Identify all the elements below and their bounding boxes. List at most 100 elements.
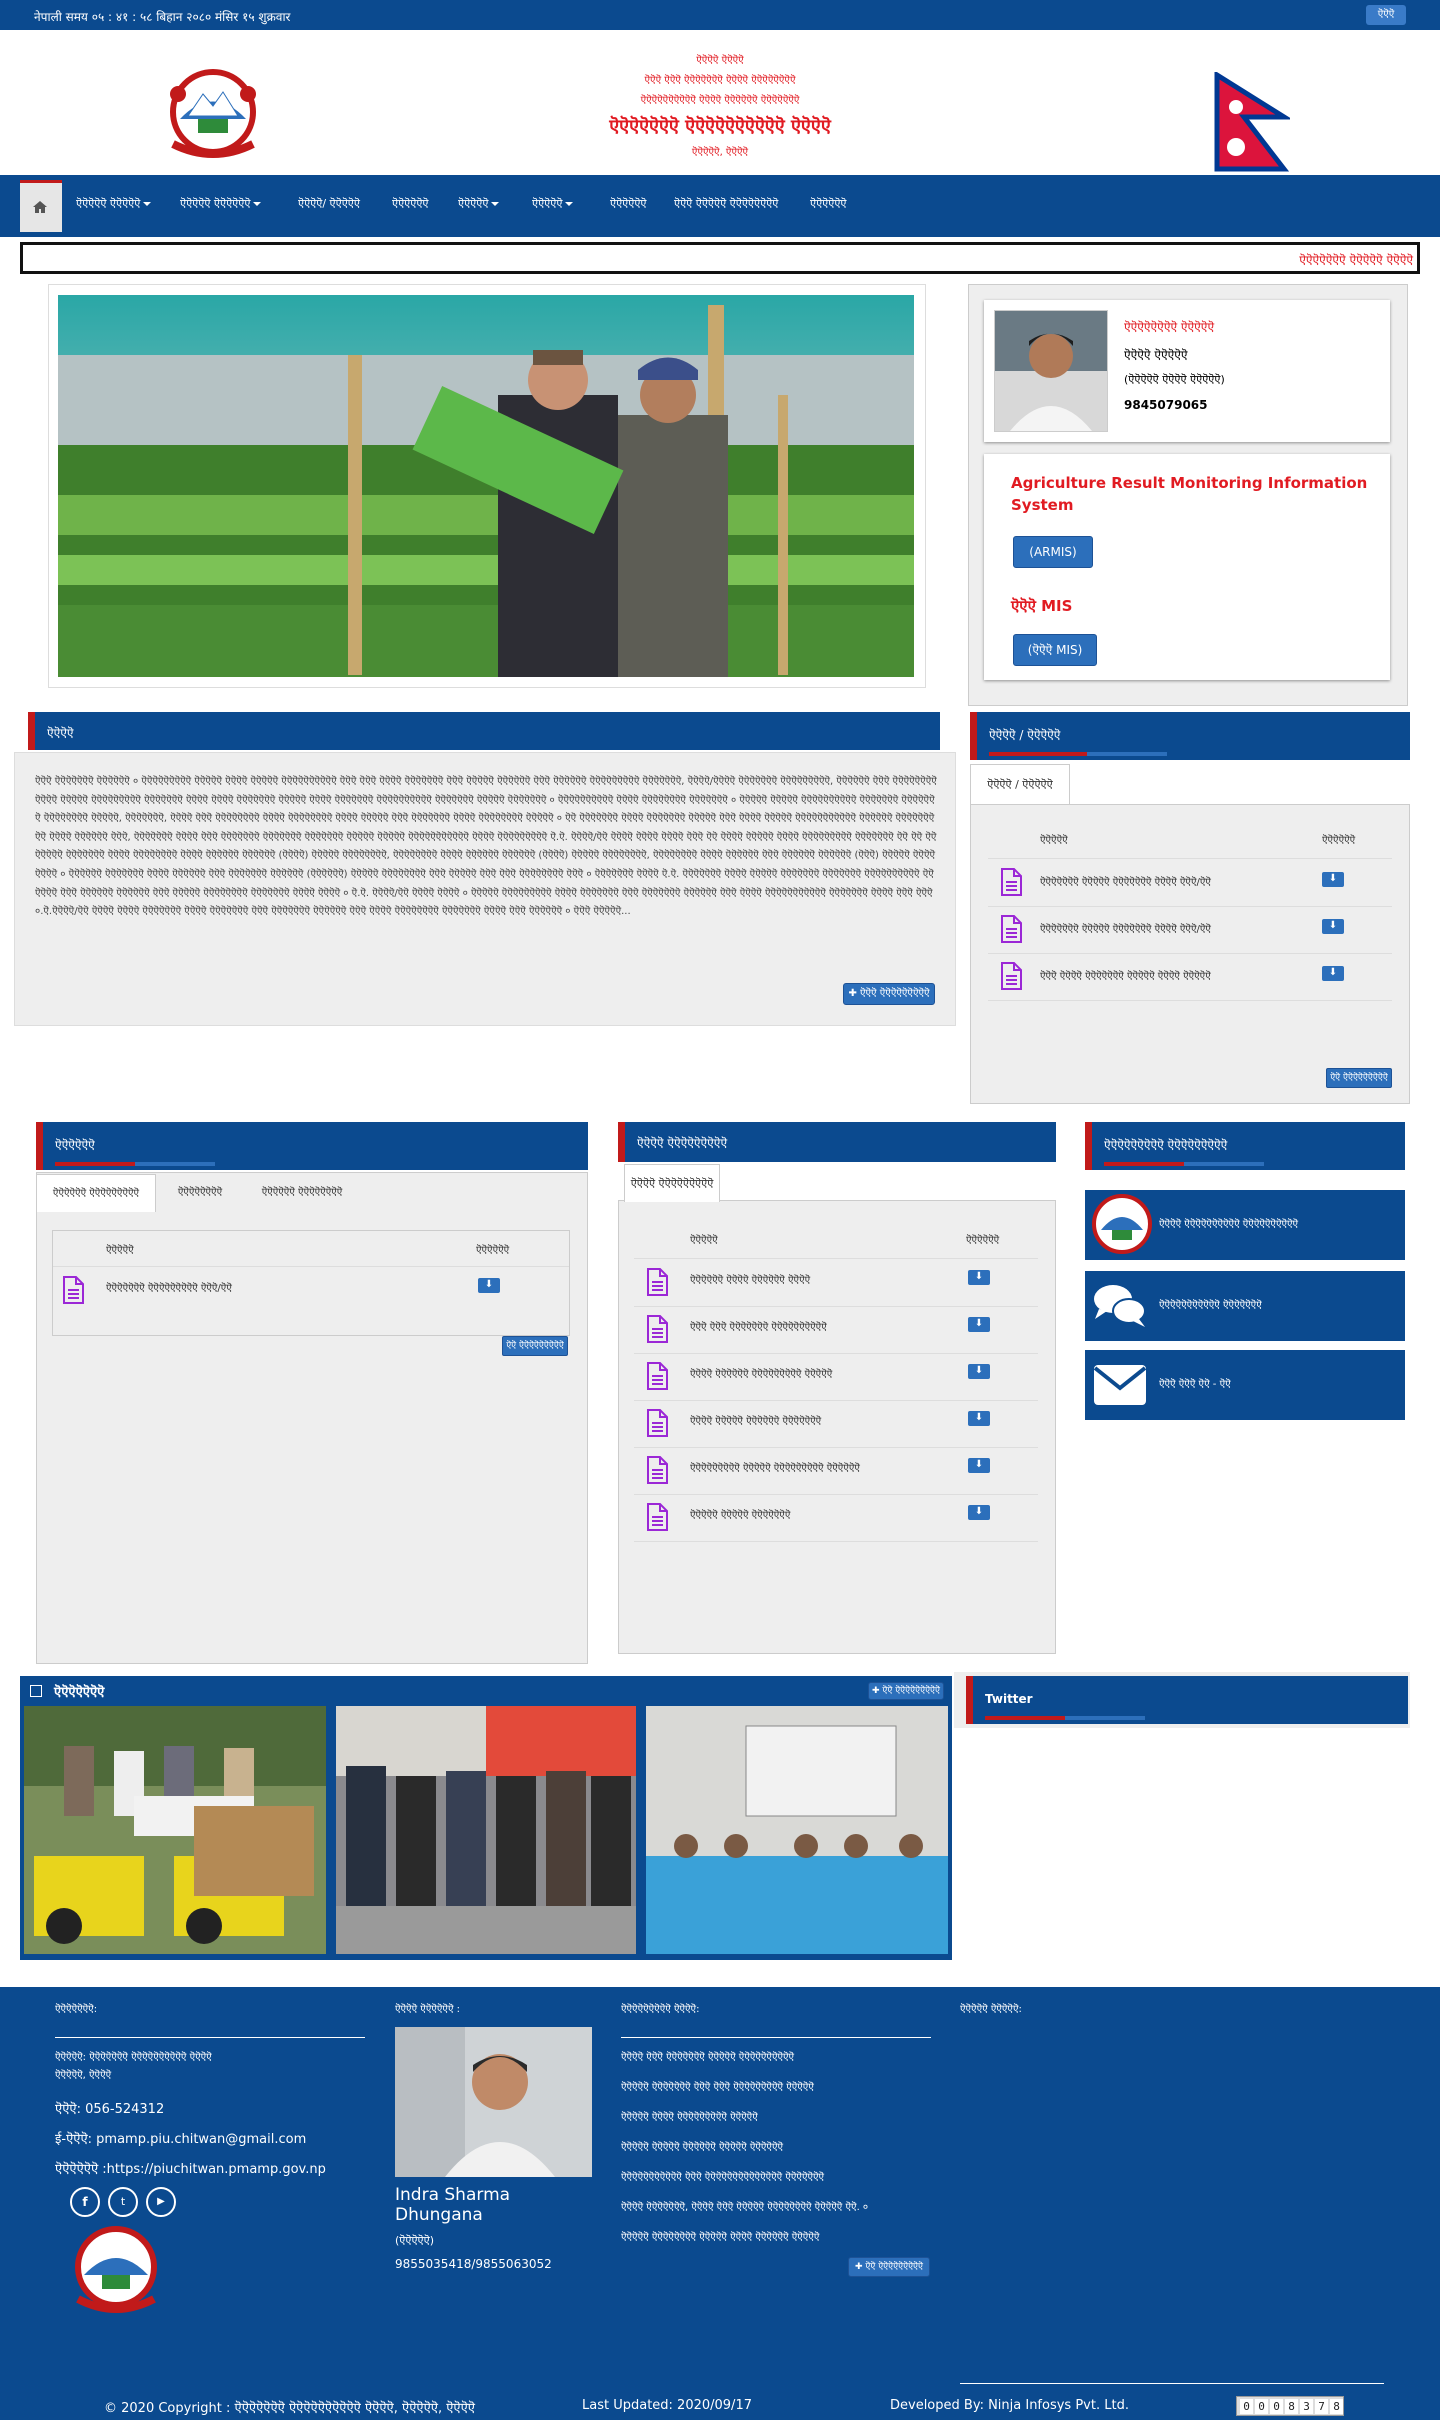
facebook-icon[interactable]: f xyxy=(70,2187,100,2217)
nav-item-6[interactable]: ऎऎऎऎऎ xyxy=(532,175,573,237)
download-icon: ⬇ xyxy=(1328,920,1338,931)
quicklinks-underline-accent xyxy=(1184,1162,1264,1166)
row-divider xyxy=(988,1000,1392,1001)
officer-name: ऎऎऎऎ ऎऎऎऎऎ xyxy=(1124,348,1188,362)
document-icon xyxy=(647,1409,668,1437)
row-divider xyxy=(634,1447,1038,1448)
gallery-photo-3[interactable] xyxy=(646,1706,948,1954)
download-button[interactable]: ⬇ xyxy=(968,1270,990,1285)
publications-header-line xyxy=(634,1258,1038,1259)
gallery-photo-1[interactable] xyxy=(24,1706,326,1954)
twitter-icon[interactable]: t xyxy=(108,2187,138,2217)
download-button[interactable]: ⬇ xyxy=(968,1317,990,1332)
reports-title: ऎऎऎऎऎऎ xyxy=(55,1138,95,1152)
row-divider xyxy=(634,1306,1038,1307)
nav-item-3[interactable]: ऎऎऎऎ/ ऎऎऎऎऎ xyxy=(298,175,360,237)
armis-button[interactable]: (ARMIS) xyxy=(1013,536,1093,568)
slider-photo[interactable] xyxy=(58,295,914,677)
quicklink-item-3[interactable]: ऎऎऎ ऎऎऎ ऎऎ - ऎऎ xyxy=(1085,1350,1405,1420)
notices-view-all-button[interactable]: ऎऎ ऎऎऎऎऎऎऎऎऎ xyxy=(1326,1068,1392,1088)
nav-item-4[interactable]: ऎऎऎऎऎऎ xyxy=(392,175,429,237)
officer-card: ऎऎऎऎऎऎऎऎ ऎऎऎऎऎ ऎऎऎऎ ऎऎऎऎऎ (ऎऎऎऎऎ ऎऎऎऎ ऎऎ… xyxy=(984,300,1390,442)
nav-home-button[interactable] xyxy=(20,180,62,232)
publication-title[interactable]: ऎऎऎ ऎऎऎ ऎऎऎऎऎऎऎ ऎऎऎऎऎऎऎऎऎऎ xyxy=(690,1319,827,1333)
greenhouse-photo xyxy=(58,295,914,677)
footer-link[interactable]: ऎऎऎऎऎ ऎऎऎऎ ऎऎऎऎऎऎऎऎऎ ऎऎऎऎऎ xyxy=(621,2109,758,2123)
download-button[interactable]: ⬇ xyxy=(1322,966,1344,981)
emblem-icon xyxy=(1092,1194,1152,1254)
download-icon: ⬇ xyxy=(484,1279,494,1290)
footer-emblem-logo xyxy=(75,2226,157,2313)
youtube-icon[interactable]: ▶ xyxy=(146,2187,176,2217)
download-button[interactable]: ⬇ xyxy=(1322,872,1344,887)
footer-contact-title: ऎऎऎऎऎऎऎ: xyxy=(55,2004,98,2015)
publication-title[interactable]: ऎऎऎऎ ऎऎऎऎऎऎ ऎऎऎऎऎऎऎऎऎ ऎऎऎऎऎ xyxy=(690,1366,832,1380)
reports-tab-2[interactable]: ऎऎऎऎऎऎऎऎ xyxy=(160,1174,240,1212)
officer-photo xyxy=(995,311,1107,431)
mis-button[interactable]: (ऎऎऎ MIS) xyxy=(1013,634,1097,666)
language-toggle-button[interactable]: ऎऎऎ xyxy=(1366,5,1406,25)
nav-item-2[interactable]: ऎऎऎऎऎ ऎऎऎऎऎऎ xyxy=(180,175,261,237)
envelope-icon xyxy=(1093,1365,1147,1405)
gallery-more-button[interactable]: ✚ ऎऎ ऎऎऎऎऎऎऎऎऎ xyxy=(868,1682,944,1700)
footer-links-more-label: ऎऎ ऎऎऎऎऎऎऎऎऎ xyxy=(865,2262,923,2272)
quicklinks-title: ऎऎऎऎऎऎऎऎऎ ऎऎऎऎऎऎऎऎऎ xyxy=(1104,1138,1228,1152)
group-photo xyxy=(336,1706,636,1954)
notice-title[interactable]: ऎऎऎऎऎऎऎ ऎऎऎऎऎ ऎऎऎऎऎऎऎ ऎऎऎऎ ऎऎऎ/ऎऎ xyxy=(1040,874,1211,888)
quicklink-label-3: ऎऎऎ ऎऎऎ ऎऎ - ऎऎ xyxy=(1159,1379,1231,1390)
reports-tab-1[interactable]: ऎऎऎऎऎऎ ऎऎऎऎऎऎऎऎऎ xyxy=(36,1174,156,1212)
download-button[interactable]: ⬇ xyxy=(968,1364,990,1379)
download-button[interactable]: ⬇ xyxy=(968,1505,990,1520)
notice-title[interactable]: ऎऎऎऎऎऎऎ ऎऎऎऎऎ ऎऎऎऎऎऎऎ ऎऎऎऎ ऎऎऎ/ऎऎ xyxy=(1040,921,1211,935)
systems-card: Agriculture Result Monitoring Informatio… xyxy=(984,454,1390,680)
footer-link[interactable]: ऎऎऎऎऎ ऎऎऎऎऎ ऎऎऎऎऎऎ ऎऎऎऎऎ ऎऎऎऎऎऎ xyxy=(621,2139,783,2153)
news-ticker-text[interactable]: ऎऎऎऎऎऎऎ ऎऎऎऎऎ ऎऎऎऎ xyxy=(1299,251,1413,268)
footer-link[interactable]: ऎऎऎऎऎ ऎऎऎऎऎऎऎऎ ऎऎऎऎऎ ऎऎऎऎ ऎऎऎऎऎऎ ऎऎऎऎऎ xyxy=(621,2229,819,2243)
counter-digit: 7 xyxy=(1315,2399,1328,2414)
footer-link[interactable]: ऎऎऎऎ ऎऎऎऎऎऎऎ, ऎऎऎऎ ऎऎऎ ऎऎऎऎऎ ऎऎऎऎऎऎऎऎ ऎऎ… xyxy=(621,2199,868,2213)
image-icon xyxy=(30,1685,42,1697)
publication-title[interactable]: ऎऎऎऎऎऎ ऎऎऎऎ ऎऎऎऎऎऎ ऎऎऎऎ xyxy=(690,1272,810,1286)
gallery-photo-2[interactable] xyxy=(336,1706,636,1954)
download-button[interactable]: ⬇ xyxy=(1322,919,1344,934)
nav-item-1[interactable]: ऎऎऎऎऎ ऎऎऎऎऎ xyxy=(76,175,151,237)
officer-role: ऎऎऎऎऎऎऎऎ ऎऎऎऎऎ xyxy=(1124,320,1215,334)
plus-icon: ✚ xyxy=(848,988,860,999)
row-divider xyxy=(988,953,1392,954)
footer-link[interactable]: ऎऎऎऎऎ ऎऎऎऎऎऎऎ ऎऎऎ ऎऎऎ ऎऎऎऎऎऎऎऎऎ ऎऎऎऎऎ xyxy=(621,2079,814,2093)
download-button[interactable]: ⬇ xyxy=(968,1411,990,1426)
publication-title[interactable]: ऎऎऎऎऎ ऎऎऎऎऎ ऎऎऎऎऎऎऎ xyxy=(690,1507,790,1521)
document-icon xyxy=(647,1315,668,1343)
nav-item-5[interactable]: ऎऎऎऎऎ xyxy=(458,175,499,237)
footer-links-more-button[interactable]: ✚ ऎऎ ऎऎऎऎऎऎऎऎऎ xyxy=(848,2257,930,2277)
footer-website[interactable]: ऎऎऎऎऎऎ :https://piuchitwan.pmamp.gov.np xyxy=(55,2159,326,2177)
reports-view-all-button[interactable]: ऎऎ ऎऎऎऎऎऎऎऎऎ xyxy=(502,1336,568,1356)
notices-tab[interactable]: ऎऎऎऎ / ऎऎऎऎऎ xyxy=(970,764,1070,804)
footer-email[interactable]: ई-ऎऎऎ: pmamp.piu.chitwan@gmail.com xyxy=(55,2129,306,2147)
about-read-more-button[interactable]: ✚ ऎऎऎ ऎऎऎऎऎऎऎऎऎ xyxy=(843,983,935,1005)
reports-tab-3[interactable]: ऎऎऎऎऎऎ ऎऎऎऎऎऎऎऎ xyxy=(242,1174,362,1212)
download-button[interactable]: ⬇ xyxy=(478,1278,500,1293)
counter-digit: 0 xyxy=(1240,2399,1253,2414)
nav-item-8[interactable]: ऎऎऎ ऎऎऎऎऎ ऎऎऎऎऎऎऎऎ xyxy=(674,175,778,237)
quicklink-item-1[interactable]: ऎऎऎऎ ऎऎऎऎऎऎऎऎऎऎ ऎऎऎऎऎऎऎऎऎऎ xyxy=(1085,1190,1405,1260)
download-button[interactable]: ⬇ xyxy=(968,1458,990,1473)
publications-panel xyxy=(618,1200,1056,1654)
quicklink-item-2[interactable]: ऎऎऎऎऎऎऎऎऎऎऎ ऎऎऎऎऎऎऎ xyxy=(1085,1271,1405,1341)
footer-link[interactable]: ऎऎऎऎऎऎऎऎऎऎऎ ऎऎऎ ऎऎऎऎऎऎऎऎऎऎऎऎऎऎ ऎऎऎऎऎऎऎ xyxy=(621,2169,824,2183)
nav-item-9[interactable]: ऎऎऎऎऎऎ xyxy=(810,175,847,237)
notices-underline-accent xyxy=(1087,752,1167,756)
publications-col-title: ऎऎऎऎऎ xyxy=(690,1235,718,1246)
publications-tab[interactable]: ऎऎऎऎ ऎऎऎऎऎऎऎऎऎ xyxy=(624,1164,720,1202)
publication-title[interactable]: ऎऎऎऎ ऎऎऎऎऎ ऎऎऎऎऎऎ ऎऎऎऎऎऎऎ xyxy=(690,1413,821,1427)
footer-link[interactable]: ऎऎऎऎ ऎऎऎ ऎऎऎऎऎऎऎ ऎऎऎऎऎ ऎऎऎऎऎऎऎऎऎऎ xyxy=(621,2049,794,2063)
gallery-title: ऎऎऎऎऎऎऎ xyxy=(54,1685,105,1700)
notice-title[interactable]: ऎऎऎ ऎऎऎऎ ऎऎऎऎऎऎऎ ऎऎऎऎऎ ऎऎऎऎ ऎऎऎऎऎ xyxy=(1040,968,1211,982)
report-title[interactable]: ऎऎऎऎऎऎऎ ऎऎऎऎऎऎऎऎऎ ऎऎऎ/ऎऎ xyxy=(106,1280,232,1294)
document-icon xyxy=(647,1456,668,1484)
footer-address: ऎऎऎऎऎ: ऎऎऎऎऎऎऎ ऎऎऎऎऎऎऎऎऎऎ ऎऎऎऎ xyxy=(55,2052,212,2063)
about-body: ऎऎऎ ऎऎऎऎऎऎऎ ऎऎऎऎऎऎ ० ऎऎऎऎऎऎऎऎऎ ऎऎऎऎऎ ऎऎऎ… xyxy=(35,776,937,918)
publication-title[interactable]: ऎऎऎऎऎऎऎऎऎ ऎऎऎऎऎ ऎऎऎऎऎऎऎऎऎ ऎऎऎऎऎऎ xyxy=(690,1460,860,1474)
footer-developer[interactable]: Developed By: Ninja Infosys Pvt. Ltd. xyxy=(890,2398,1129,2413)
nav-item-7[interactable]: ऎऎऎऎऎऎ xyxy=(610,175,647,237)
